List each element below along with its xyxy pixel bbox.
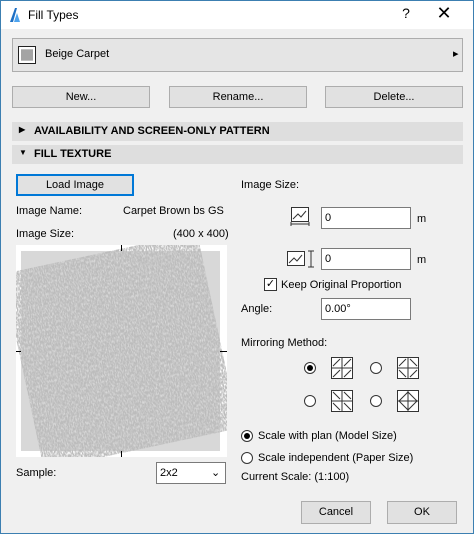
image-name-label: Image Name: — [16, 205, 83, 217]
mirror-both-radio[interactable] — [370, 395, 382, 407]
image-size-label: Image Size: — [16, 228, 75, 240]
sample-select[interactable]: 2x2 ⌄ — [156, 462, 226, 484]
mirror-vertical-icon — [331, 390, 353, 412]
current-scale-text: Current Scale: (1:100) — [241, 471, 350, 483]
collapsed-triangle-icon: ▶ — [19, 125, 26, 134]
close-button[interactable]: ✕ — [433, 3, 455, 24]
fill-types-dialog: Fill Types ? ✕ Beige Carpet ▸ New... Ren… — [0, 0, 474, 534]
keep-proportion-checkbox[interactable]: ✓ — [264, 278, 277, 291]
mirror-none-radio[interactable] — [304, 362, 316, 374]
scale-plan-label: Scale with plan (Model Size) — [258, 430, 397, 442]
scale-plan-radio[interactable] — [241, 430, 253, 442]
section-availability-label: AVAILABILITY AND SCREEN-ONLY PATTERN — [34, 125, 270, 137]
angle-label: Angle: — [241, 303, 273, 315]
image-name-value: Carpet Brown bs GS — [123, 205, 224, 217]
height-unit: m — [417, 254, 427, 266]
carpet-texture-image — [16, 245, 227, 457]
section-availability[interactable]: ▶ AVAILABILITY AND SCREEN-ONLY PATTERN — [12, 122, 463, 141]
archicad-logo-icon — [10, 8, 20, 22]
sample-label: Sample: — [16, 467, 57, 479]
rename-button[interactable]: Rename... — [169, 86, 307, 108]
width-field[interactable]: 0 — [321, 207, 411, 229]
scale-independent-label: Scale independent (Paper Size) — [258, 452, 414, 464]
angle-field[interactable]: 0.00° — [321, 298, 411, 320]
mirror-vertical-radio[interactable] — [304, 395, 316, 407]
height-size-icon — [287, 250, 314, 268]
help-button[interactable]: ? — [397, 5, 415, 21]
delete-button[interactable]: Delete... — [325, 86, 463, 108]
carpet-swatch-icon — [18, 46, 36, 64]
fill-type-selector[interactable]: Beige Carpet ▸ — [12, 38, 463, 72]
width-value: 0 — [325, 212, 332, 224]
mirror-horizontal-icon — [397, 357, 419, 379]
title-bar: Fill Types ? ✕ — [1, 1, 473, 29]
right-image-size-title: Image Size: — [241, 179, 300, 191]
mirror-horizontal-radio[interactable] — [370, 362, 382, 374]
window-title: Fill Types — [28, 8, 79, 22]
chevron-down-icon: ⌄ — [211, 467, 221, 479]
expanded-triangle-icon: ▼ — [19, 148, 27, 157]
mirror-both-icon — [397, 390, 419, 412]
scale-independent-radio[interactable] — [241, 452, 253, 464]
fill-type-name: Beige Carpet — [45, 48, 110, 60]
width-unit: m — [417, 213, 427, 225]
section-fill-texture-label: FILL TEXTURE — [34, 148, 112, 160]
keep-proportion-label: Keep Original Proportion — [281, 279, 402, 291]
mirror-none-icon — [331, 357, 353, 379]
angle-value: 0.00° — [325, 303, 351, 315]
image-size-value: (400 x 400) — [173, 228, 229, 240]
load-image-button[interactable]: Load Image — [16, 174, 134, 196]
cancel-button[interactable]: Cancel — [301, 501, 371, 524]
sample-select-value: 2x2 — [160, 467, 178, 479]
height-field[interactable]: 0 — [321, 248, 411, 270]
new-button[interactable]: New... — [12, 86, 150, 108]
mirroring-label: Mirroring Method: — [241, 337, 328, 349]
section-fill-texture[interactable]: ▼ FILL TEXTURE — [12, 145, 463, 164]
ok-button[interactable]: OK — [387, 501, 457, 524]
texture-preview — [16, 245, 227, 457]
height-value: 0 — [325, 253, 332, 265]
width-size-icon — [290, 207, 310, 226]
chevron-right-icon: ▸ — [453, 48, 459, 60]
